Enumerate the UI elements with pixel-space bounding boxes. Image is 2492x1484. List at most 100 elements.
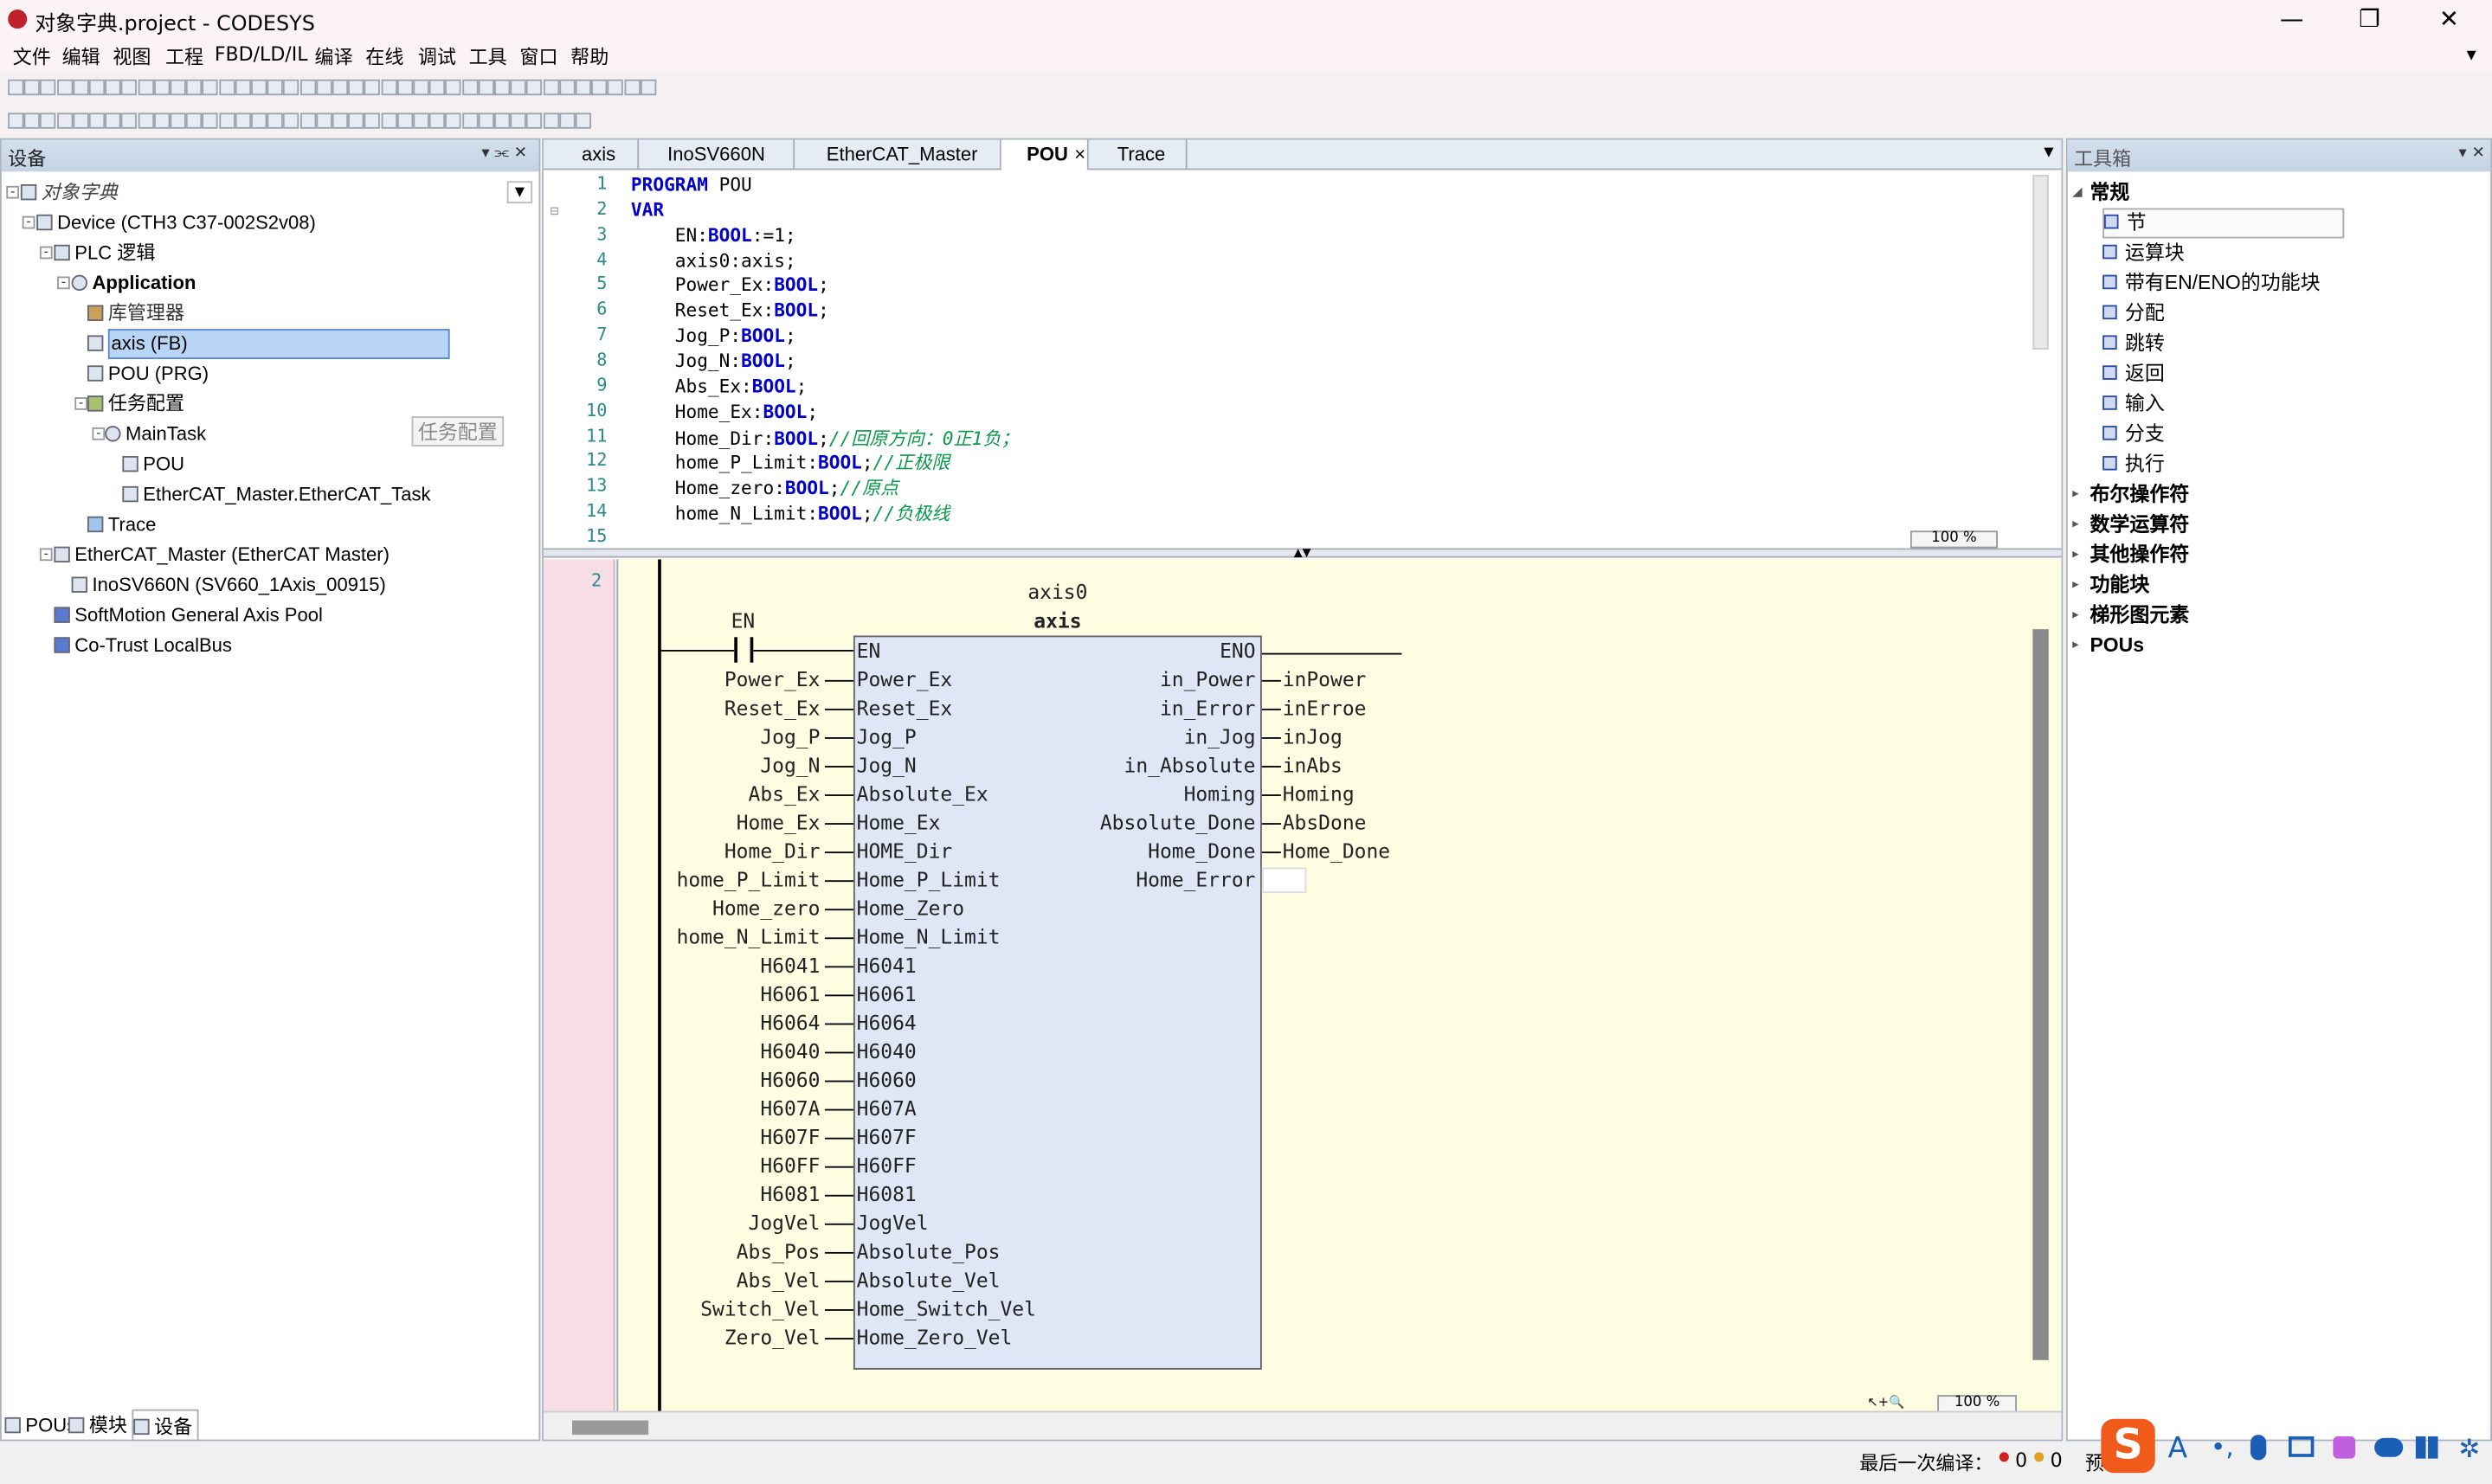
output-variable[interactable]: AbsDone <box>1283 810 1367 834</box>
menu-debug[interactable]: 调试 <box>418 43 456 70</box>
fbd-hscrollbar[interactable] <box>543 1410 2062 1440</box>
menu-view[interactable]: 视图 <box>113 43 151 70</box>
toolbar-button-icon[interactable] <box>218 79 235 96</box>
input-variable[interactable]: H607A <box>639 1096 820 1121</box>
expander-icon[interactable]: ▸ <box>2072 607 2078 621</box>
ime-punct-icon[interactable]: •, <box>2211 1431 2234 1462</box>
tree-item-trace[interactable]: Trace <box>87 510 156 540</box>
code-line[interactable]: Home_Dir:BOOL;//回原方向：0正1负； <box>631 425 1020 450</box>
code-line[interactable]: Jog_N:BOOL; <box>631 350 796 372</box>
menu-window[interactable]: 窗口 <box>519 43 557 70</box>
expander-icon[interactable]: ▸ <box>2072 577 2078 592</box>
tree-dropdown-icon[interactable]: ▼ <box>506 181 533 204</box>
toolbar-button-icon[interactable] <box>283 112 299 129</box>
expander-icon[interactable]: ▸ <box>2072 547 2078 562</box>
tree-item-task-config[interactable]: 任务配置 <box>87 389 184 420</box>
toolbar-button-icon[interactable] <box>23 112 41 129</box>
toolbox-group[interactable]: POUs <box>2090 631 2144 661</box>
toolbox-group[interactable]: 其他操作符 <box>2090 540 2189 570</box>
input-variable[interactable]: H6040 <box>639 1039 820 1063</box>
toolbar-button-icon[interactable] <box>267 79 284 96</box>
toolbar-button-icon[interactable] <box>137 112 154 129</box>
expander-icon[interactable]: - <box>39 246 53 260</box>
toolbar-button-icon[interactable] <box>348 112 364 129</box>
toolbox-item[interactable]: 输入 <box>2102 389 2165 420</box>
toolbar-button-icon[interactable] <box>283 79 299 96</box>
fbd-scrollbar-thumb[interactable] <box>2032 629 2049 1360</box>
input-variable[interactable]: H6064 <box>639 1011 820 1035</box>
toolbox-options-icon[interactable]: ▾ ✕ <box>2458 145 2484 162</box>
expander-icon[interactable]: ▸ <box>2072 637 2078 652</box>
toolbar-button-icon[interactable] <box>186 112 203 129</box>
toolbar-button-icon[interactable] <box>526 112 543 129</box>
input-variable[interactable]: Jog_P <box>639 724 820 748</box>
menu-project[interactable]: 工程 <box>165 43 203 70</box>
splitter[interactable]: ▲▼ <box>543 548 2062 558</box>
toolbar-button-icon[interactable] <box>299 79 316 96</box>
tree-item-axis-fb[interactable]: axis (FB) <box>87 329 450 359</box>
toolbox-group[interactable]: 功能块 <box>2090 570 2149 601</box>
input-variable[interactable]: Power_Ex <box>639 667 821 691</box>
toolbar-button-icon[interactable] <box>170 79 186 96</box>
toolbar-button-icon[interactable] <box>8 112 24 129</box>
toolbar-button-icon[interactable] <box>526 79 543 96</box>
toolbar-button-icon[interactable] <box>575 112 592 129</box>
toolbox-group[interactable]: 常规 <box>2090 178 2129 209</box>
toolbar-button-icon[interactable] <box>445 79 462 96</box>
menu-tools[interactable]: 工具 <box>469 43 507 70</box>
input-variable[interactable]: Abs_Vel <box>639 1268 821 1292</box>
close-button[interactable]: ✕ <box>2425 3 2473 35</box>
toolbar-button-icon[interactable] <box>478 79 494 96</box>
toolbar-button-icon[interactable] <box>510 79 527 96</box>
input-variable[interactable]: H60FF <box>639 1153 820 1178</box>
input-variable[interactable]: Jog_N <box>639 753 820 777</box>
tree-item-softmotion-pool[interactable]: SoftMotion General Axis Pool <box>54 601 323 631</box>
toolbar-button-icon[interactable] <box>40 79 56 96</box>
panel-options-icon[interactable]: ▾ ⫘ ✕ <box>481 145 527 162</box>
toolbar-button-icon[interactable] <box>478 112 494 129</box>
toolbar-button-icon[interactable] <box>170 112 186 129</box>
code-line[interactable]: home_N_Limit:BOOL;//负极线 <box>631 500 950 525</box>
tab-modules[interactable]: 模块 <box>68 1410 127 1442</box>
output-variable[interactable]: inAbs <box>1283 753 1343 777</box>
toolbox-item[interactable]: 执行 <box>2102 450 2165 480</box>
toolbar-button-icon[interactable] <box>575 79 592 96</box>
toolbox-item[interactable]: 跳转 <box>2102 329 2165 359</box>
tree-item-pou-prg[interactable]: POU (PRG) <box>87 359 209 389</box>
toolbar-button-icon[interactable] <box>623 79 641 96</box>
toolbar-button-icon[interactable] <box>413 112 429 129</box>
toolbar-button-icon[interactable] <box>461 112 478 129</box>
menu-fbd-ld-il[interactable]: FBD/LD/IL <box>215 43 308 66</box>
toolbar-button-icon[interactable] <box>153 112 171 129</box>
tab-axis[interactable]: axis <box>544 139 640 170</box>
toolbar-button-icon[interactable] <box>332 112 349 129</box>
tree-item-device[interactable]: Device (CTH3 C37-002S2v08) <box>36 209 316 239</box>
toolbar-button-icon[interactable] <box>218 112 235 129</box>
settings-icon[interactable]: ✲ <box>2458 1433 2480 1463</box>
toolbar-button-icon[interactable] <box>364 79 381 96</box>
toolbar-button-icon[interactable] <box>23 79 41 96</box>
toolbar-button-icon[interactable] <box>543 79 559 96</box>
input-variable[interactable]: H6081 <box>639 1182 820 1206</box>
fold-icon[interactable]: ⊟ <box>550 205 559 218</box>
minimize-button[interactable]: — <box>2268 3 2315 35</box>
code-line[interactable]: PROGRAM POU <box>631 173 752 196</box>
expander-icon[interactable]: - <box>39 548 53 562</box>
tree-item-ethercat-master[interactable]: EtherCAT_Master (EtherCAT Master) <box>54 540 390 570</box>
tree-item-ethercat-task[interactable]: EtherCAT_Master.EtherCAT_Task <box>122 480 430 511</box>
toolbar-button-icon[interactable] <box>73 112 89 129</box>
ime-mode-icon[interactable]: A <box>2167 1431 2187 1465</box>
toolbar-button-icon[interactable] <box>251 112 267 129</box>
toolbox-group[interactable]: 数学运算符 <box>2090 510 2189 540</box>
input-variable[interactable]: H6041 <box>639 954 820 978</box>
skin-icon[interactable] <box>2333 1436 2356 1459</box>
instance-name[interactable]: axis0 <box>853 580 1262 604</box>
input-variable[interactable]: H6060 <box>639 1068 820 1092</box>
toolbar-button-icon[interactable] <box>121 112 138 129</box>
input-variable[interactable]: H607F <box>639 1125 820 1149</box>
input-variable[interactable]: Abs_Ex <box>639 781 821 806</box>
toolbox-grid-icon[interactable] <box>2415 1436 2438 1459</box>
fbd-tools-icon[interactable]: ↖+🔍 <box>1867 1395 1915 1410</box>
output-variable[interactable]: inErroe <box>1283 696 1367 720</box>
hscroll-thumb[interactable] <box>571 1420 649 1436</box>
